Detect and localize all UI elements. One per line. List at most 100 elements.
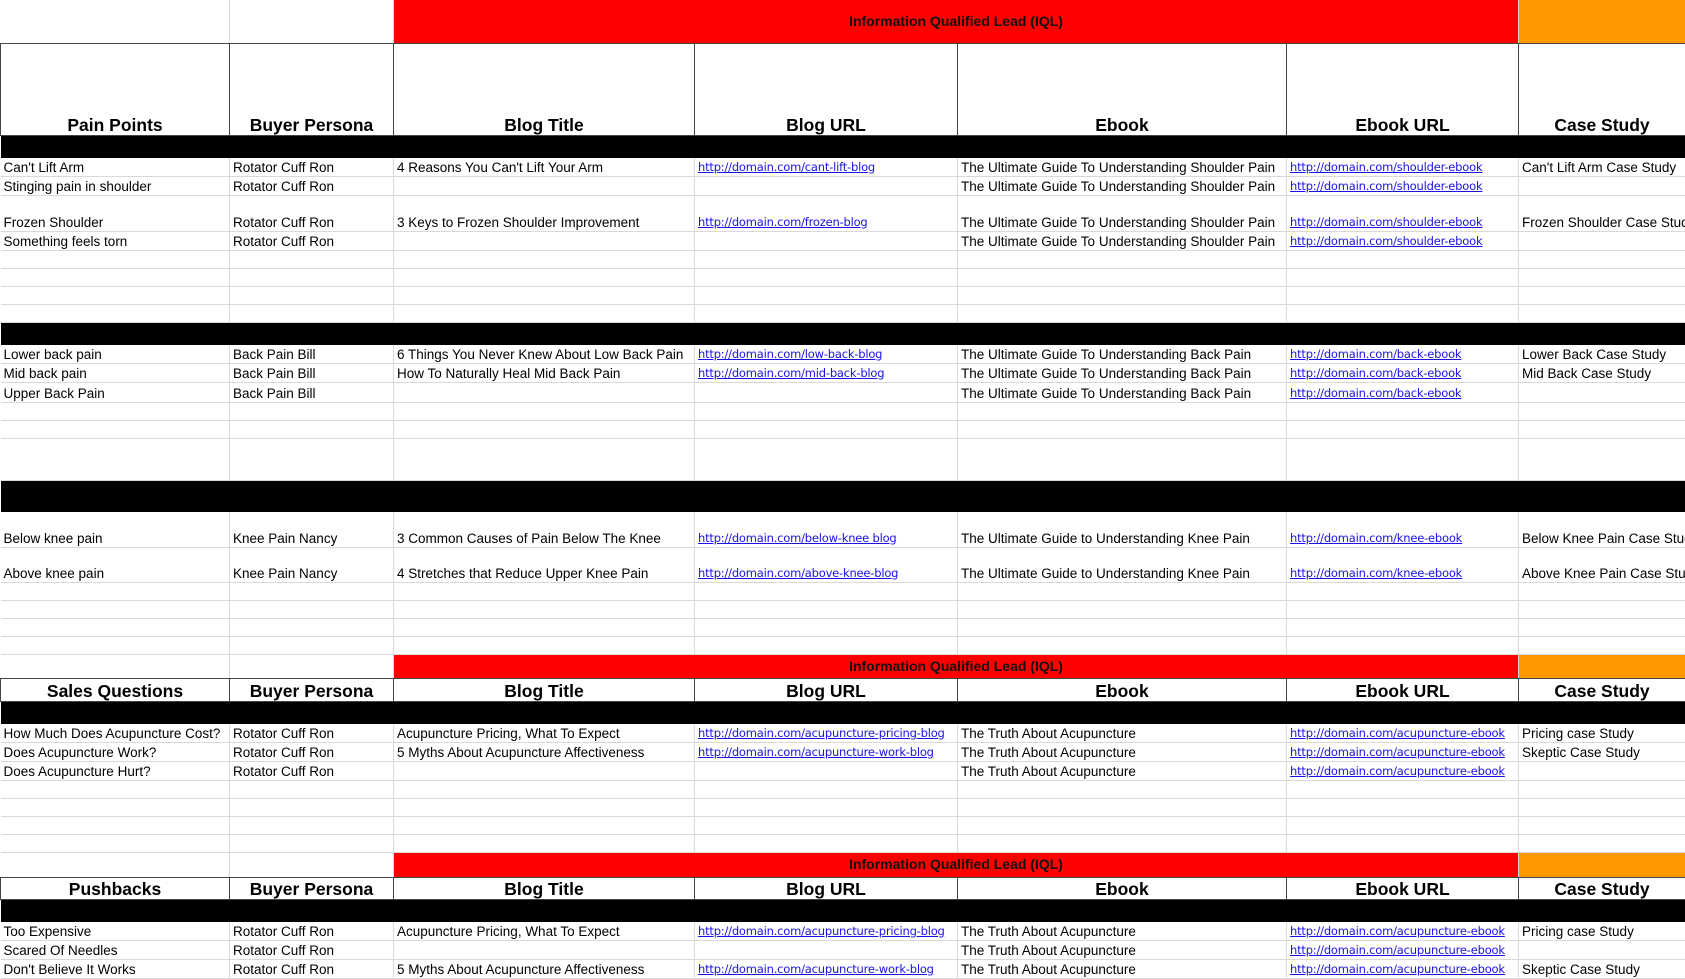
blog-url-cell[interactable] — [695, 940, 958, 959]
ebook-url-cell[interactable] — [1287, 268, 1519, 286]
case-study-cell[interactable] — [1519, 231, 1685, 250]
ebook-url-cell[interactable] — [1287, 402, 1519, 420]
ebook-cell[interactable]: The Truth About Acupuncture — [958, 742, 1287, 761]
case-study-cell[interactable]: Below Knee Pain Case Study — [1519, 511, 1685, 547]
blog-url-link[interactable]: http://domain.com/below-knee blog — [698, 531, 897, 545]
case-study-cell[interactable] — [1519, 402, 1685, 420]
ebook-cell[interactable] — [958, 780, 1287, 798]
ebook-cell[interactable]: The Truth About Acupuncture — [958, 761, 1287, 780]
blog-url-link[interactable]: http://domain.com/acupuncture-pricing-bl… — [698, 726, 945, 740]
buyer-persona-cell[interactable]: Rotator Cuff Ron — [230, 723, 394, 742]
pain-point-cell[interactable]: Stinging pain in shoulder — [1, 176, 230, 195]
ebook-url-cell[interactable]: http://domain.com/acupuncture-ebook — [1287, 959, 1519, 978]
pain-point-cell[interactable]: Lower back pain — [1, 344, 230, 363]
buyer-persona-cell[interactable]: Rotator Cuff Ron — [230, 761, 394, 780]
buyer-persona-cell[interactable] — [230, 600, 394, 618]
buyer-persona-cell[interactable] — [230, 834, 394, 852]
case-study-cell[interactable]: Mid Back Case Study — [1519, 363, 1685, 382]
blog-title-cell[interactable] — [394, 304, 695, 322]
blog-url-cell[interactable] — [695, 761, 958, 780]
blog-title-cell[interactable]: 6 Things You Never Knew About Low Back P… — [394, 344, 695, 363]
buyer-persona-cell[interactable] — [230, 618, 394, 636]
pain-point-cell[interactable]: Below knee pain — [1, 511, 230, 547]
case-study-cell[interactable] — [1519, 382, 1685, 402]
blank-cell[interactable] — [1, 852, 230, 877]
blog-url-cell[interactable]: http://domain.com/frozen-blog — [695, 195, 958, 231]
blog-title-cell[interactable] — [394, 636, 695, 654]
ebook-url-cell[interactable]: http://domain.com/knee-ebook — [1287, 511, 1519, 547]
blog-url-cell[interactable] — [695, 420, 958, 438]
blog-url-cell[interactable] — [695, 582, 958, 600]
ebook-cell[interactable] — [958, 600, 1287, 618]
buyer-persona-cell[interactable] — [230, 402, 394, 420]
case-study-cell[interactable] — [1519, 304, 1685, 322]
ebook-url-cell[interactable] — [1287, 798, 1519, 816]
ebook-cell[interactable]: The Ultimate Guide to Understanding Knee… — [958, 511, 1287, 547]
case-study-cell[interactable]: Pricing case Study — [1519, 921, 1685, 940]
case-study-cell[interactable] — [1519, 761, 1685, 780]
pain-point-cell[interactable] — [1, 834, 230, 852]
blog-title-cell[interactable]: 5 Myths About Acupuncture Affectiveness — [394, 742, 695, 761]
blog-url-cell[interactable]: http://domain.com/acupuncture-pricing-bl… — [695, 921, 958, 940]
ebook-url-cell[interactable]: http://domain.com/shoulder-ebook — [1287, 231, 1519, 250]
ebook-url-link[interactable]: http://domain.com/shoulder-ebook — [1290, 160, 1482, 174]
blog-url-link[interactable]: http://domain.com/above-knee-blog — [698, 566, 898, 580]
blog-url-cell[interactable] — [695, 780, 958, 798]
blog-title-cell[interactable]: 3 Keys to Frozen Shoulder Improvement — [394, 195, 695, 231]
pain-point-cell[interactable] — [1, 618, 230, 636]
buyer-persona-cell[interactable]: Rotator Cuff Ron — [230, 195, 394, 231]
pain-point-cell[interactable] — [1, 780, 230, 798]
buyer-persona-cell[interactable] — [230, 816, 394, 834]
case-study-cell[interactable] — [1519, 618, 1685, 636]
ebook-url-link[interactable]: http://domain.com/acupuncture-ebook — [1290, 943, 1505, 957]
ebook-url-cell[interactable]: http://domain.com/back-ebook — [1287, 344, 1519, 363]
case-study-cell[interactable] — [1519, 176, 1685, 195]
ebook-cell[interactable]: The Truth About Acupuncture — [958, 921, 1287, 940]
blog-title-cell[interactable] — [394, 780, 695, 798]
blog-url-cell[interactable] — [695, 286, 958, 304]
blog-title-cell[interactable] — [394, 816, 695, 834]
ebook-url-cell[interactable]: http://domain.com/acupuncture-ebook — [1287, 940, 1519, 959]
pain-point-cell[interactable] — [1, 402, 230, 420]
blog-title-cell[interactable]: 4 Stretches that Reduce Upper Knee Pain — [394, 547, 695, 582]
ebook-cell[interactable] — [958, 582, 1287, 600]
blog-url-cell[interactable] — [695, 250, 958, 268]
blog-url-link[interactable]: http://domain.com/cant-lift-blog — [698, 160, 875, 174]
buyer-persona-cell[interactable] — [230, 636, 394, 654]
ebook-url-link[interactable]: http://domain.com/acupuncture-ebook — [1290, 726, 1505, 740]
ebook-url-cell[interactable]: http://domain.com/back-ebook — [1287, 382, 1519, 402]
ebook-url-cell[interactable] — [1287, 420, 1519, 438]
blog-title-cell[interactable] — [394, 761, 695, 780]
ebook-cell[interactable]: The Ultimate Guide To Understanding Shou… — [958, 231, 1287, 250]
case-study-cell[interactable] — [1519, 600, 1685, 618]
buyer-persona-cell[interactable]: Knee Pain Nancy — [230, 511, 394, 547]
pain-point-cell[interactable]: Something feels torn — [1, 231, 230, 250]
blog-url-cell[interactable]: http://domain.com/below-knee blog — [695, 511, 958, 547]
pain-point-cell[interactable]: Upper Back Pain — [1, 382, 230, 402]
pain-point-cell[interactable] — [1, 582, 230, 600]
pain-point-cell[interactable] — [1, 250, 230, 268]
blank-cell[interactable] — [1, 0, 230, 43]
pain-point-cell[interactable]: Does Acupuncture Hurt? — [1, 761, 230, 780]
blog-title-cell[interactable] — [394, 420, 695, 438]
pain-point-cell[interactable]: Frozen Shoulder — [1, 195, 230, 231]
blog-url-cell[interactable] — [695, 176, 958, 195]
buyer-persona-cell[interactable]: Knee Pain Nancy — [230, 547, 394, 582]
blog-url-cell[interactable]: http://domain.com/mid-back-blog — [695, 363, 958, 382]
blank-cell[interactable] — [230, 654, 394, 678]
blog-url-cell[interactable] — [695, 816, 958, 834]
blog-url-cell[interactable] — [695, 600, 958, 618]
ebook-cell[interactable]: The Ultimate Guide To Understanding Back… — [958, 363, 1287, 382]
blog-title-cell[interactable] — [394, 382, 695, 402]
blog-url-cell[interactable]: http://domain.com/low-back-blog — [695, 344, 958, 363]
case-study-cell[interactable] — [1519, 798, 1685, 816]
ebook-url-cell[interactable]: http://domain.com/back-ebook — [1287, 363, 1519, 382]
case-study-cell[interactable] — [1519, 780, 1685, 798]
blog-url-cell[interactable] — [695, 636, 958, 654]
ebook-cell[interactable] — [958, 798, 1287, 816]
blank-cell[interactable] — [230, 0, 394, 43]
case-study-cell[interactable] — [1519, 636, 1685, 654]
buyer-persona-cell[interactable]: Rotator Cuff Ron — [230, 231, 394, 250]
pain-point-cell[interactable]: Don't Believe It Works — [1, 959, 230, 978]
blog-url-cell[interactable] — [695, 402, 958, 420]
